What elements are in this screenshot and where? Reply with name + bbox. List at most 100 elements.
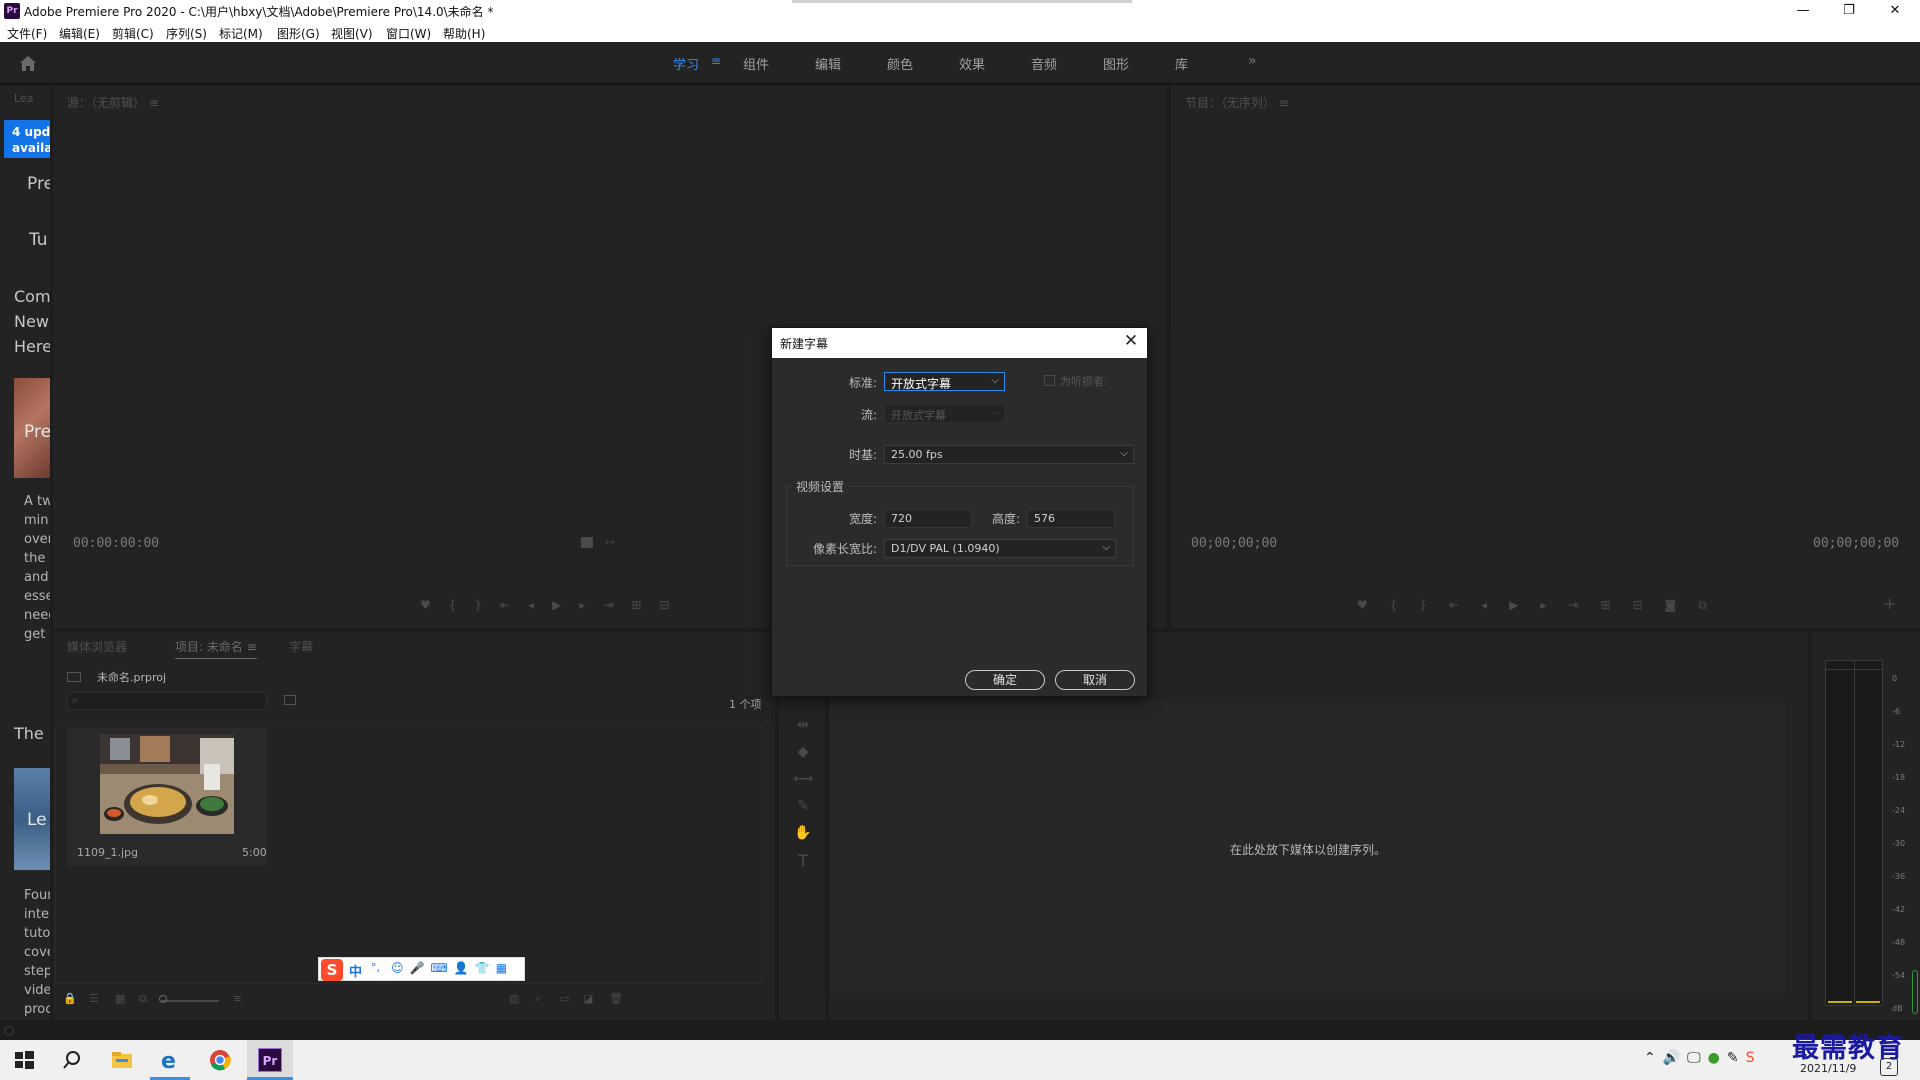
ok-button[interactable]: 确定 [965, 670, 1045, 690]
program-timecode[interactable]: 00;00;00;00 [1191, 536, 1277, 551]
voice-icon[interactable]: 🎤 [410, 961, 431, 975]
hand-icon[interactable]: ✋ [793, 820, 813, 847]
mark-out-icon[interactable]: } [1419, 598, 1449, 612]
lift-icon[interactable]: ⊞ [1600, 598, 1632, 612]
tutorial-card-title[interactable]: Le [27, 810, 47, 830]
go-to-out-icon[interactable]: ⇥ [603, 598, 631, 612]
icon-view-icon[interactable]: ▦ [115, 992, 125, 1005]
network-icon[interactable]: 🖵 [1687, 1050, 1708, 1066]
workspace-tab-graphics[interactable]: 图形 [1103, 54, 1129, 73]
width-input[interactable]: 720 [884, 509, 972, 528]
ime-tray-icon[interactable]: ✎ [1727, 1050, 1746, 1066]
go-to-in-icon[interactable]: ⇤ [500, 598, 528, 612]
hearing-impaired-checkbox[interactable] [1044, 375, 1055, 386]
go-to-in-icon[interactable]: ⇤ [1449, 598, 1481, 612]
sogou-tray-icon[interactable]: S [1746, 1050, 1762, 1066]
zoom-slider[interactable] [161, 1000, 219, 1002]
tab-menu-icon[interactable]: ≡ [247, 640, 257, 654]
solo-indicator[interactable] [1912, 970, 1918, 1014]
menu-graphics[interactable]: 图形(G) [277, 25, 320, 42]
ime-mode-icon[interactable]: 中 [349, 961, 362, 980]
source-timecode[interactable]: 00:00:00:00 [73, 536, 159, 551]
menu-sequence[interactable]: 序列(S) [166, 25, 207, 42]
search-icon[interactable] [60, 1048, 84, 1072]
skin-icon[interactable]: 👕 [475, 961, 496, 975]
drag-video-icon[interactable]: ⇿ [605, 535, 615, 549]
minimize-button[interactable]: — [1780, 0, 1826, 22]
new-bin-icon[interactable]: ▭ [559, 992, 569, 1005]
automate-to-sequence-icon[interactable]: ▥ [509, 992, 519, 1005]
cancel-button[interactable]: 取消 [1055, 670, 1135, 690]
go-to-out-icon[interactable]: ⇥ [1568, 598, 1600, 612]
slip-icon[interactable]: ⟷ [793, 766, 813, 793]
workspace-menu-icon[interactable]: ≡ [711, 54, 721, 68]
workspace-overflow-icon[interactable]: » [1248, 53, 1257, 69]
windows-start-icon[interactable] [12, 1048, 36, 1072]
type-icon[interactable]: T [793, 847, 813, 874]
ime-punct-icon[interactable]: °, [371, 961, 380, 974]
file-explorer-icon[interactable] [110, 1048, 134, 1072]
dialog-close-icon[interactable]: ✕ [1121, 331, 1141, 351]
mark-in-icon[interactable]: { [449, 598, 475, 612]
toolbox-icon[interactable]: ▦ [496, 961, 513, 975]
chrome-browser-icon[interactable] [208, 1048, 232, 1072]
add-button-icon[interactable]: + [1883, 594, 1896, 613]
razor-icon[interactable]: ◆ [793, 739, 813, 766]
pixel-aspect-select[interactable]: D1/DV PAL (1.0940) ⌵ [884, 539, 1116, 558]
restore-button[interactable]: ❐ [1826, 0, 1872, 22]
add-marker-icon[interactable]: ♥ [1357, 598, 1390, 612]
menu-window[interactable]: 窗口(W) [386, 25, 431, 42]
extract-icon[interactable]: ⊟ [1633, 598, 1665, 612]
workspace-tab-color[interactable]: 颜色 [887, 54, 913, 73]
trash-icon[interactable]: 🗑 [609, 992, 623, 1005]
learn-panel-tab[interactable]: Lea [14, 92, 33, 105]
updates-badge[interactable]: 4 upd availa [4, 120, 50, 158]
premiere-taskbar-button[interactable]: Pr [247, 1040, 293, 1080]
mark-out-icon[interactable]: } [474, 598, 500, 612]
workspace-tab-editing[interactable]: 编辑 [815, 54, 841, 73]
safe-margins-icon[interactable] [581, 537, 593, 548]
add-marker-icon[interactable]: ♥ [420, 598, 449, 612]
step-forward-icon[interactable]: ▸ [579, 598, 603, 612]
workspace-tab-assembly[interactable]: 组件 [743, 54, 769, 73]
program-monitor-tab[interactable]: 节目：（无序列） ≡ [1185, 94, 1289, 111]
tab-project[interactable]: 项目: 未命名 ≡ [175, 638, 257, 659]
find-icon[interactable]: ⌕ [535, 992, 541, 1006]
list-view-icon[interactable]: ☰ [89, 992, 99, 1005]
project-search-input[interactable] [67, 692, 267, 710]
menu-edit[interactable]: 编辑(E) [59, 25, 100, 42]
edge-browser-icon[interactable]: e [158, 1048, 182, 1072]
compare-icon[interactable]: ⧉ [1698, 598, 1729, 612]
mark-in-icon[interactable]: { [1390, 598, 1420, 612]
step-back-icon[interactable]: ◂ [528, 598, 552, 612]
new-item-icon[interactable]: ◪ [583, 992, 593, 1005]
insert-icon[interactable]: ⊞ [631, 598, 659, 612]
tray-overflow-icon[interactable]: ⌃ [1644, 1050, 1663, 1066]
clip-tile[interactable]: 1109_1.jpg 5:00 [67, 728, 267, 866]
emoji-icon[interactable]: ☺ [391, 961, 410, 975]
menu-marker[interactable]: 标记(M) [219, 25, 263, 42]
workspace-tab-learn[interactable]: 学习 [673, 54, 699, 73]
menu-help[interactable]: 帮助(H) [443, 25, 485, 42]
height-input[interactable]: 576 [1027, 509, 1115, 528]
home-icon[interactable] [18, 54, 38, 72]
play-icon[interactable]: ▶ [552, 598, 579, 612]
sogou-logo-icon[interactable]: S [321, 959, 343, 981]
app-tray-icon[interactable]: ● [1708, 1050, 1727, 1066]
workspace-tab-effects[interactable]: 效果 [959, 54, 985, 73]
menu-clip[interactable]: 剪辑(C) [112, 25, 154, 42]
tab-captions[interactable]: 字幕 [289, 638, 313, 655]
menu-file[interactable]: 文件(F) [7, 25, 47, 42]
play-icon[interactable]: ▶ [1509, 598, 1540, 612]
close-window-button[interactable]: ✕ [1872, 0, 1918, 22]
freeform-view-icon[interactable]: ⧉ [139, 992, 147, 1006]
standard-select[interactable]: 开放式字幕 ⌵ [884, 372, 1005, 391]
pen-icon[interactable]: ✎ [793, 793, 813, 820]
workspace-tab-libraries[interactable]: 库 [1175, 54, 1188, 73]
tutorial-card-title[interactable]: Pre [24, 422, 50, 442]
step-back-icon[interactable]: ◂ [1481, 598, 1509, 612]
account-icon[interactable]: 👤 [454, 961, 475, 975]
volume-icon[interactable]: 🔊 [1663, 1050, 1687, 1066]
lock-icon[interactable]: 🔒 [63, 992, 77, 1005]
step-forward-icon[interactable]: ▸ [1540, 598, 1568, 612]
